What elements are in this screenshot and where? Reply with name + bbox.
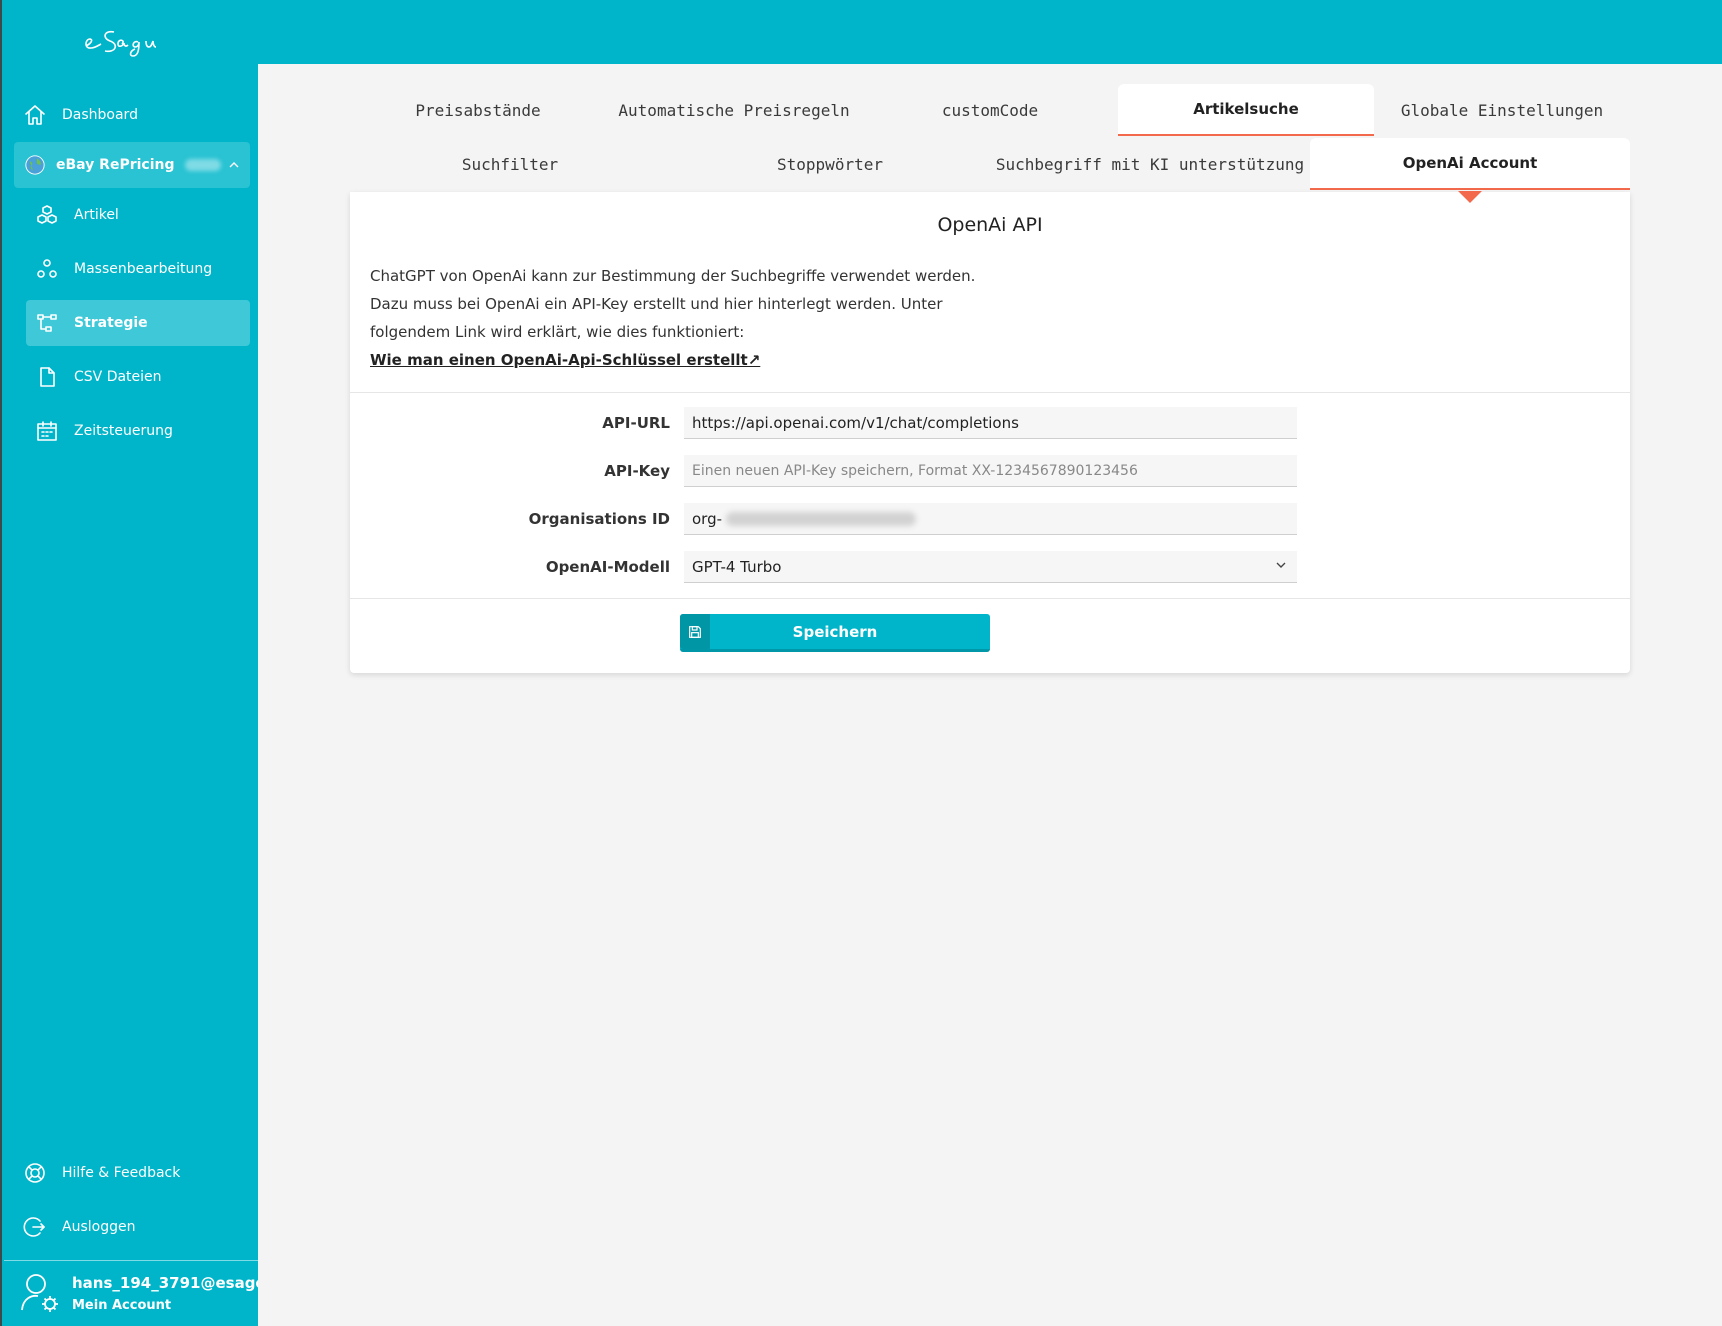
sidebar-item-label: Hilfe & Feedback bbox=[62, 1165, 181, 1181]
openai-card: OpenAi API ChatGPT von OpenAi kann zur B… bbox=[350, 192, 1630, 673]
api-url-field[interactable]: https://api.openai.com/v1/chat/completio… bbox=[684, 407, 1297, 439]
esagu-logo[interactable] bbox=[80, 22, 180, 66]
save-button-label: Speichern bbox=[792, 622, 878, 641]
calendar-icon bbox=[34, 418, 60, 444]
api-url-value: https://api.openai.com/v1/chat/completio… bbox=[692, 413, 1019, 432]
model-select[interactable]: GPT-4 Turbo bbox=[684, 551, 1297, 583]
sidebar-item-label: Ausloggen bbox=[62, 1219, 136, 1235]
active-tab-indicator bbox=[1458, 191, 1482, 203]
desc-line-1: ChatGPT von OpenAi kann zur Bestimmung d… bbox=[370, 267, 976, 285]
chevron-up-icon[interactable] bbox=[226, 157, 242, 173]
floppy-disk-icon bbox=[680, 614, 710, 649]
org-id-label: Organisations ID bbox=[528, 510, 670, 528]
desc-line-2: Dazu muss bei OpenAi ein API-Key erstell… bbox=[370, 295, 943, 313]
sidebar: Dashboard eBay RePricing Artikel Massenb… bbox=[0, 0, 283, 1326]
org-id-prefix: org- bbox=[692, 509, 723, 528]
sidebar-item-hilfe-feedback[interactable]: Hilfe & Feedback bbox=[22, 1150, 180, 1196]
tab-suchfilter[interactable]: Suchfilter bbox=[350, 138, 670, 190]
save-button[interactable]: Speichern bbox=[680, 614, 990, 652]
api-url-label: API-URL bbox=[602, 414, 670, 432]
sidebar-item-strategie[interactable]: Strategie bbox=[26, 300, 250, 346]
file-icon bbox=[34, 364, 60, 390]
sidebar-item-dashboard[interactable]: Dashboard bbox=[22, 92, 138, 138]
org-id-field[interactable]: org- bbox=[684, 503, 1297, 535]
sidebar-item-ausloggen[interactable]: Ausloggen bbox=[22, 1204, 135, 1250]
tab-automatische-preisregeln[interactable]: Automatische Preisregeln bbox=[606, 84, 862, 136]
sidebar-item-label: Dashboard bbox=[62, 107, 138, 123]
card-description: ChatGPT von OpenAi kann zur Bestimmung d… bbox=[370, 262, 990, 374]
sidebar-item-artikel[interactable]: Artikel bbox=[34, 192, 119, 238]
account-area[interactable]: hans_194_3791@esago... Mein Account bbox=[20, 1270, 283, 1318]
blurred-account-name bbox=[184, 159, 221, 171]
model-label: OpenAI-Modell bbox=[545, 558, 670, 576]
tab-stoppwoerter[interactable]: Stoppwörter bbox=[670, 138, 990, 190]
divider bbox=[350, 392, 1630, 393]
my-account-link[interactable]: Mein Account bbox=[72, 1298, 283, 1313]
tab-globale-einstellungen[interactable]: Globale Einstellungen bbox=[1374, 84, 1630, 136]
tab-customcode[interactable]: customCode bbox=[862, 84, 1118, 136]
divider bbox=[350, 598, 1630, 599]
sidebar-item-label: Strategie bbox=[74, 315, 148, 331]
sidebar-group-label: eBay RePricing bbox=[56, 157, 175, 173]
globe-icon bbox=[22, 152, 48, 178]
chevron-down-icon bbox=[1273, 557, 1289, 577]
tab-suchbegriff-ki[interactable]: Suchbegriff mit KI unterstützung bbox=[990, 138, 1310, 190]
lifebuoy-icon bbox=[22, 1160, 48, 1186]
sidebar-divider bbox=[4, 1260, 260, 1261]
sidebar-item-label: Massenbearbeitung bbox=[74, 261, 213, 277]
sidebar-group-ebay-repricing[interactable]: eBay RePricing bbox=[14, 142, 250, 188]
api-key-input[interactable] bbox=[692, 462, 1289, 479]
tab-artikelsuche[interactable]: Artikelsuche bbox=[1118, 84, 1374, 136]
sidebar-item-csv-dateien[interactable]: CSV Dateien bbox=[34, 354, 162, 400]
sidebar-item-zeitsteuerung[interactable]: Zeitsteuerung bbox=[34, 408, 173, 454]
logout-icon bbox=[22, 1214, 48, 1240]
cubes-icon bbox=[34, 202, 60, 228]
home-icon bbox=[22, 102, 48, 128]
openai-api-key-help-link[interactable]: Wie man einen OpenAi-Api-Schlüssel erste… bbox=[370, 351, 760, 369]
blurred-org-id bbox=[726, 511, 917, 526]
api-key-label: API-Key bbox=[604, 462, 670, 480]
sidebar-item-label: CSV Dateien bbox=[74, 369, 162, 385]
sidebar-item-massenbearbeitung[interactable]: Massenbearbeitung bbox=[34, 246, 212, 292]
api-key-field[interactable] bbox=[684, 455, 1297, 487]
sidebar-item-label: Zeitsteuerung bbox=[74, 423, 173, 439]
card-title: OpenAi API bbox=[937, 214, 1043, 236]
model-value: GPT-4 Turbo bbox=[692, 557, 782, 576]
gears-icon bbox=[34, 256, 60, 282]
desc-line-3: folgendem Link wird erklärt, wie dies fu… bbox=[370, 323, 745, 341]
flow-diagram-icon bbox=[34, 310, 60, 336]
sidebar-item-label: Artikel bbox=[74, 207, 119, 223]
account-email: hans_194_3791@esago... bbox=[72, 1274, 283, 1292]
tab-openai-account[interactable]: OpenAi Account bbox=[1310, 138, 1630, 190]
user-settings-icon bbox=[20, 1270, 60, 1318]
tab-preisabstaende[interactable]: Preisabstände bbox=[350, 84, 606, 136]
top-bar bbox=[0, 0, 1722, 64]
